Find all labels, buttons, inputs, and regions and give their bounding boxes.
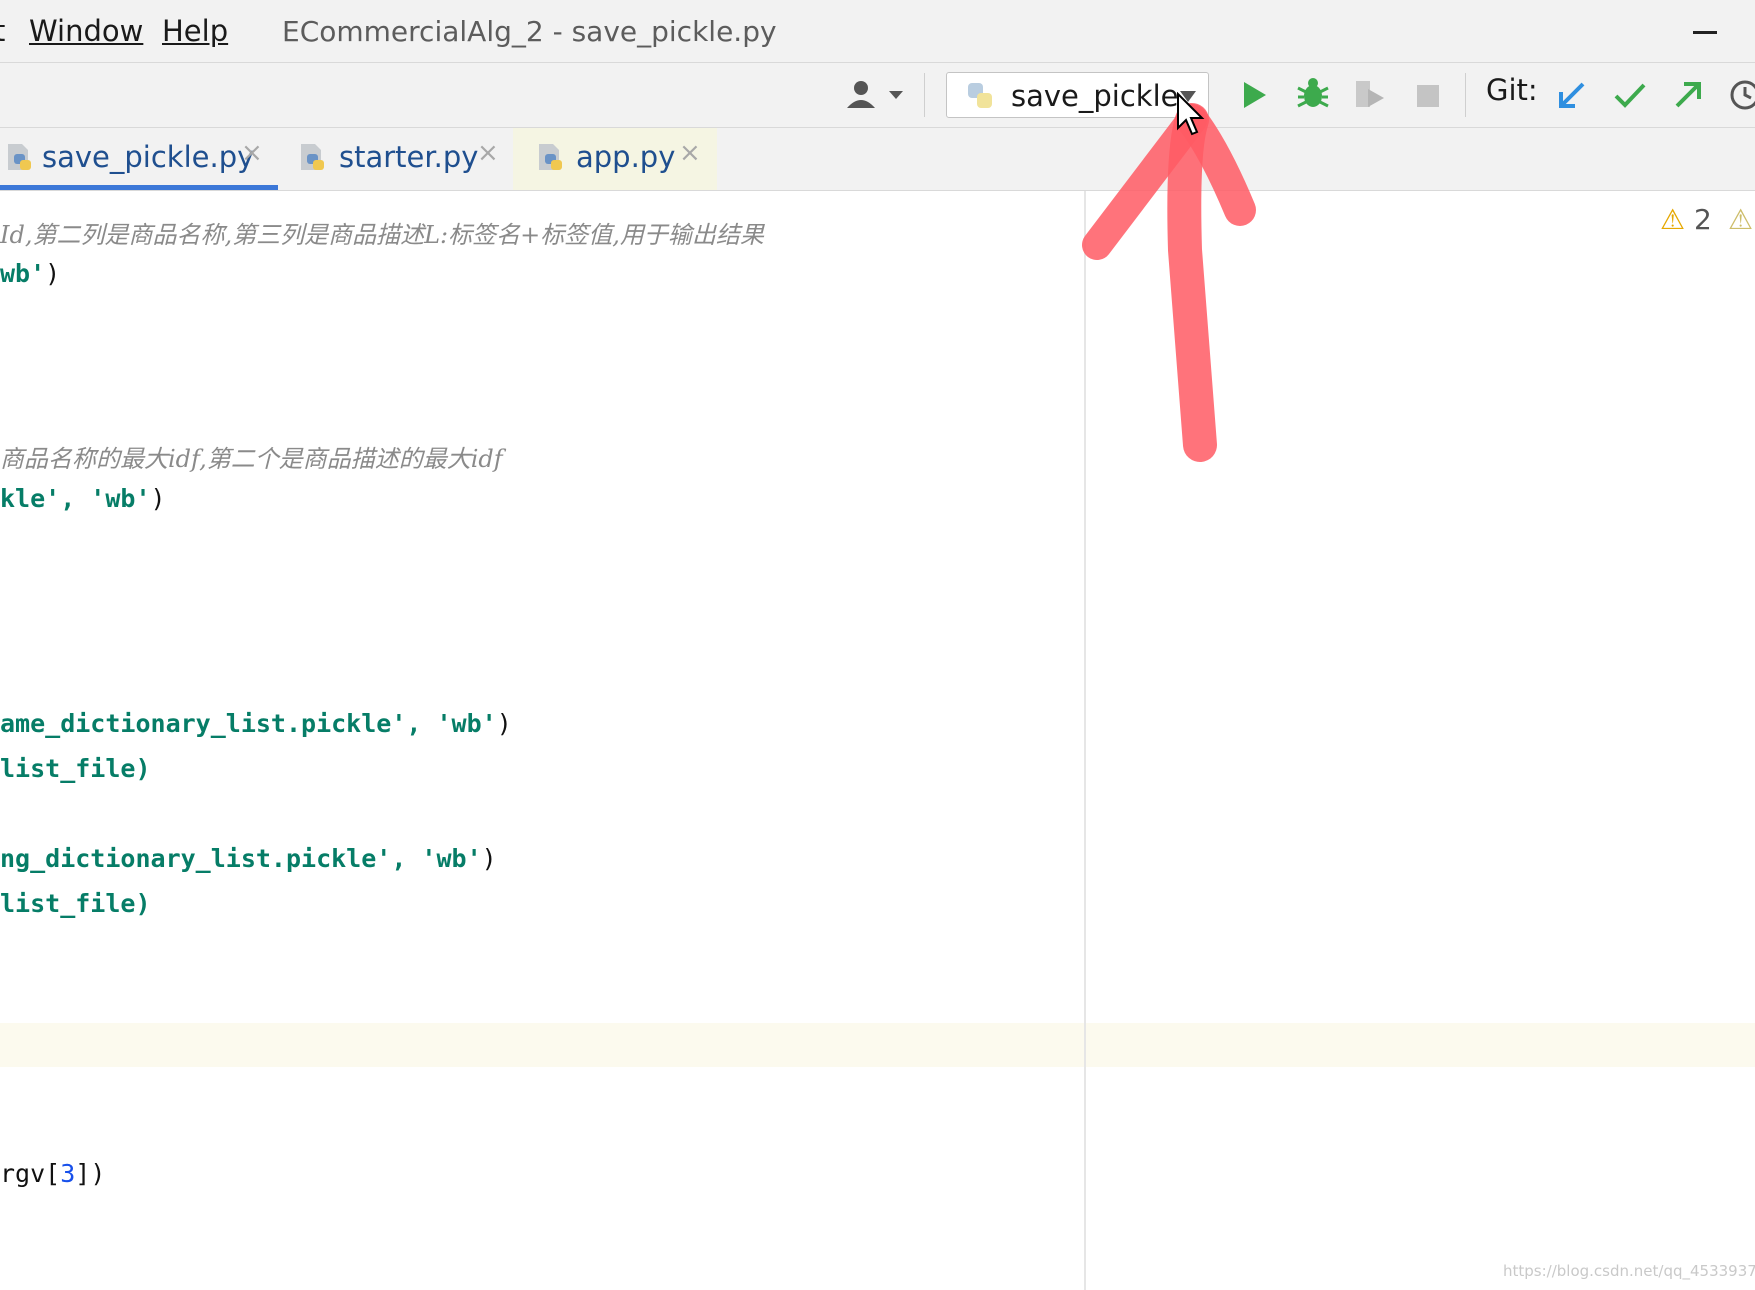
git-update-icon[interactable] bbox=[1555, 80, 1587, 112]
user-dropdown-icon[interactable] bbox=[845, 78, 905, 112]
tab-label: starter.py bbox=[339, 140, 479, 174]
toolbar-separator-2 bbox=[1465, 73, 1466, 117]
code-line: list_file) bbox=[0, 754, 151, 783]
inspection-widget[interactable]: ⚠ 2 bbox=[1660, 203, 1712, 236]
git-commit-icon[interactable] bbox=[1612, 81, 1648, 111]
close-icon[interactable]: × bbox=[241, 138, 263, 168]
code-line: Id,第二列是商品名称,第三列是商品描述L:标签名+标签值,用于输出结果 bbox=[0, 221, 764, 249]
code-line: rgv[3]) bbox=[0, 1159, 106, 1188]
run-with-coverage-icon[interactable] bbox=[1352, 77, 1388, 111]
mouse-cursor-icon bbox=[1177, 92, 1205, 136]
code-line: ng_dictionary_list.pickle', 'wb') bbox=[0, 844, 497, 873]
tab-save-pickle[interactable]: save_pickle.py × bbox=[0, 128, 278, 190]
menu-bar: t Window Help ECommercialAlg_2 - save_pi… bbox=[0, 0, 1755, 63]
git-label: Git: bbox=[1486, 73, 1538, 107]
watermark: https://blog.csdn.net/qq_45339371 bbox=[1503, 1262, 1755, 1280]
close-icon[interactable]: × bbox=[477, 138, 499, 168]
code-line: wb') bbox=[0, 259, 61, 288]
window-title: ECommercialAlg_2 - save_pickle.py bbox=[282, 15, 777, 48]
code-line: 商品名称的最大idf,第二个是商品描述的最大idf bbox=[0, 445, 503, 473]
tab-label: save_pickle.py bbox=[42, 140, 255, 174]
run-icon[interactable] bbox=[1241, 79, 1269, 111]
main-toolbar: save_pickle Git: bbox=[0, 63, 1755, 128]
minimize-button[interactable] bbox=[1693, 31, 1717, 34]
menu-item-cut[interactable]: t bbox=[0, 14, 5, 48]
menu-help[interactable]: Help bbox=[162, 14, 228, 48]
tab-starter[interactable]: starter.py × bbox=[279, 128, 513, 190]
python-file-icon bbox=[8, 144, 31, 170]
toolbar-separator bbox=[924, 73, 925, 117]
code-editor[interactable]: Id,第二列是商品名称,第三列是商品描述L:标签名+标签值,用于输出结果 wb'… bbox=[0, 191, 1755, 1290]
current-line-highlight bbox=[0, 1023, 1755, 1067]
code-line: ame_dictionary_list.pickle', 'wb') bbox=[0, 709, 512, 738]
history-icon[interactable] bbox=[1728, 78, 1755, 112]
run-config-label: save_pickle bbox=[1011, 79, 1179, 113]
tab-app[interactable]: app.py × bbox=[513, 128, 717, 190]
code-line: kle', 'wb') bbox=[0, 484, 166, 513]
code-line: list_file) bbox=[0, 889, 151, 918]
editor-tabs: save_pickle.py × starter.py × app.py × bbox=[0, 128, 1755, 191]
run-configuration-selector[interactable]: save_pickle bbox=[946, 72, 1209, 118]
menu-window[interactable]: Window bbox=[29, 14, 143, 48]
warning-icon: ⚠ bbox=[1660, 203, 1686, 236]
tab-label: app.py bbox=[576, 140, 676, 174]
right-margin-guide bbox=[1084, 191, 1086, 1290]
python-file-icon bbox=[539, 144, 562, 170]
weak-warning-icon[interactable]: ⚠ bbox=[1728, 203, 1753, 236]
python-icon bbox=[968, 83, 992, 108]
git-push-icon[interactable] bbox=[1672, 79, 1704, 111]
warning-count: 2 bbox=[1694, 203, 1712, 236]
debug-icon[interactable] bbox=[1296, 76, 1330, 112]
close-icon[interactable]: × bbox=[679, 138, 701, 168]
stop-icon[interactable] bbox=[1415, 83, 1441, 109]
python-file-icon bbox=[301, 144, 324, 170]
